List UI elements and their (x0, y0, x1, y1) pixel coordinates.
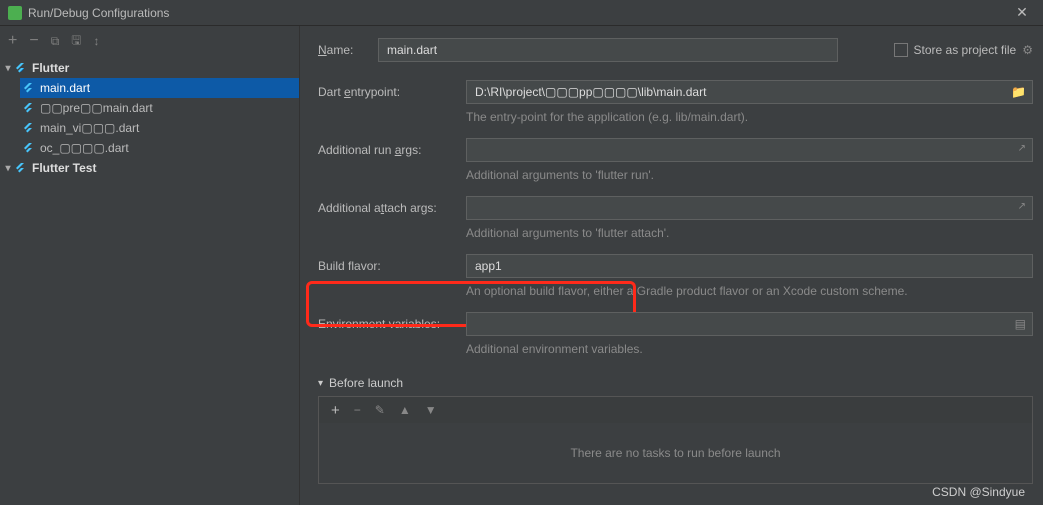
list-icon[interactable]: ▤ (1015, 317, 1026, 331)
tree-item-label: main_vi▢▢▢.dart (40, 121, 139, 135)
entrypoint-input[interactable]: 📁 (466, 80, 1033, 104)
tree-item[interactable]: main_vi▢▢▢.dart (20, 118, 299, 138)
tree-item-label: oc_▢▢▢▢.dart (40, 141, 129, 155)
tree-group-flutter[interactable]: ▾ Flutter (0, 58, 299, 78)
watermark: CSDN @Sindyue (932, 485, 1025, 499)
envvars-row: Environment variables: ▤ (318, 312, 1033, 336)
window-title: Run/Debug Configurations (28, 6, 1009, 20)
copy-icon[interactable]: ⧉ (51, 34, 60, 49)
titlebar: Run/Debug Configurations ✕ (0, 0, 1043, 26)
name-input[interactable] (378, 38, 838, 62)
name-row: Name: Store as project file ⚙ (318, 38, 1033, 62)
before-launch-empty: There are no tasks to run before launch (319, 423, 1032, 483)
tree-group-label: Flutter Test (32, 161, 96, 175)
expand-icon[interactable]: ↗ (1018, 201, 1026, 212)
main: + − ⧉ 🖫 ↕ ▾ Flutter main.dart ▢▢pre▢▢mai… (0, 26, 1043, 505)
attachargs-input[interactable]: ↗ (466, 196, 1033, 220)
edit-icon[interactable]: ✎ (375, 403, 385, 417)
runargs-row: Additional run args: ↗ (318, 138, 1033, 162)
envvars-label: Environment variables: (318, 317, 466, 331)
chevron-down-icon: ▾ (2, 163, 14, 174)
buildflavor-input[interactable] (466, 254, 1033, 278)
envvars-input[interactable]: ▤ (466, 312, 1033, 336)
sidebar-toolbar: + − ⧉ 🖫 ↕ (0, 26, 299, 56)
tree-item[interactable]: ▢▢pre▢▢main.dart (20, 98, 299, 118)
close-icon[interactable]: ✕ (1009, 4, 1035, 21)
tree-item-label: ▢▢pre▢▢main.dart (40, 101, 153, 115)
chevron-down-icon: ▾ (318, 378, 323, 389)
buildflavor-row: Build flavor: (318, 254, 1033, 278)
wrench-icon[interactable]: ↕ (94, 34, 100, 48)
store-label: Store as project file (914, 43, 1017, 57)
app-icon (8, 6, 22, 20)
sidebar: + − ⧉ 🖫 ↕ ▾ Flutter main.dart ▢▢pre▢▢mai… (0, 26, 300, 505)
chevron-down-icon: ▾ (2, 63, 14, 74)
store-checkbox[interactable] (894, 43, 908, 57)
flutter-icon (22, 82, 34, 94)
buildflavor-hint: An optional build flavor, either a Gradl… (466, 284, 1033, 298)
flutter-icon (22, 102, 34, 114)
expand-icon[interactable]: ↗ (1018, 143, 1026, 154)
save-icon[interactable]: 🖫 (71, 31, 81, 52)
entrypoint-hint: The entry-point for the application (e.g… (466, 110, 1033, 124)
flutter-icon (22, 142, 34, 154)
entrypoint-row: Dart entrypoint: 📁 (318, 80, 1033, 104)
attachargs-row: Additional attach args: ↗ (318, 196, 1033, 220)
tree-item-label: main.dart (40, 81, 90, 95)
before-launch-section: ▾ Before launch + − ✎ ▲ ▼ There are no t… (318, 376, 1033, 484)
tree-item-main[interactable]: main.dart (20, 78, 299, 98)
add-icon[interactable]: + (8, 32, 17, 50)
runargs-input[interactable]: ↗ (466, 138, 1033, 162)
runargs-hint: Additional arguments to 'flutter run'. (466, 168, 1033, 182)
envvars-hint: Additional environment variables. (466, 342, 1033, 356)
up-icon[interactable]: ▲ (399, 403, 411, 417)
before-launch-header[interactable]: ▾ Before launch (318, 376, 1033, 390)
remove-icon[interactable]: − (29, 32, 38, 50)
attachargs-label: Additional attach args: (318, 201, 466, 215)
remove-icon[interactable]: − (354, 403, 361, 417)
flutter-icon (14, 62, 26, 74)
before-launch-toolbar: + − ✎ ▲ ▼ (319, 397, 1032, 423)
runargs-label: Additional run args: (318, 143, 466, 157)
tree-group-label: Flutter (32, 61, 69, 75)
gear-icon[interactable]: ⚙ (1022, 43, 1033, 57)
attachargs-hint: Additional arguments to 'flutter attach'… (466, 226, 1033, 240)
down-icon[interactable]: ▼ (425, 403, 437, 417)
content: Name: Store as project file ⚙ Dart entry… (300, 26, 1043, 505)
buildflavor-label: Build flavor: (318, 259, 466, 273)
name-label: Name: (318, 43, 378, 57)
folder-icon[interactable]: 📁 (1011, 85, 1026, 99)
config-tree: ▾ Flutter main.dart ▢▢pre▢▢main.dart mai… (0, 56, 299, 178)
add-icon[interactable]: + (331, 402, 340, 419)
tree-item[interactable]: oc_▢▢▢▢.dart (20, 138, 299, 158)
flutter-icon (14, 162, 26, 174)
tree-group-flutter-test[interactable]: ▾ Flutter Test (0, 158, 299, 178)
entrypoint-label: Dart entrypoint: (318, 85, 466, 99)
before-launch-body: + − ✎ ▲ ▼ There are no tasks to run befo… (318, 396, 1033, 484)
flutter-icon (22, 122, 34, 134)
